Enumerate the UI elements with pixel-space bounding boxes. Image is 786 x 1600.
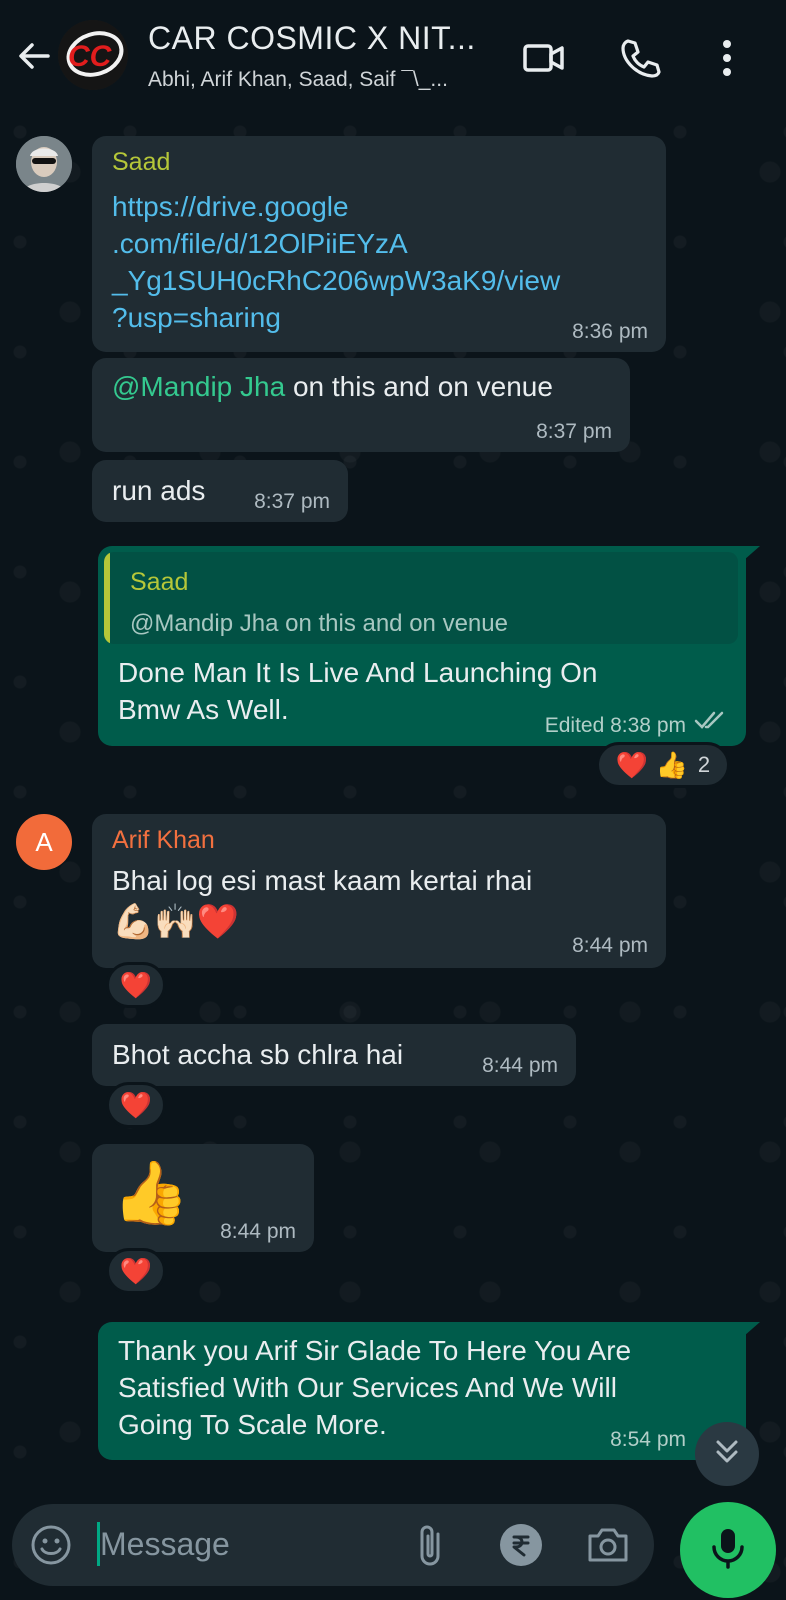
chat-participants[interactable]: Abhi, Arif Khan, Saad, Saif ¯\_... — [148, 68, 448, 92]
message-time: 8:37 pm — [536, 420, 612, 443]
reaction-badge[interactable]: ❤️ — [106, 1248, 166, 1294]
message-link[interactable]: https://drive.google .com/file/d/12OlPii… — [112, 188, 560, 336]
back-arrow-icon[interactable] — [14, 36, 54, 76]
message-bubble-incoming[interactable]: Arif Khan Bhai log esi mast kaam kertai … — [92, 814, 666, 968]
avatar-saad[interactable] — [16, 136, 72, 192]
avatar-logo-text: CC — [68, 40, 113, 73]
message-bubble-incoming[interactable]: run ads 8:37 pm — [92, 460, 348, 522]
message-emoji: 💪🏻🙌🏻❤️ — [112, 903, 240, 941]
message-bubble-outgoing[interactable]: Saad @Mandip Jha on this and on venue Do… — [98, 546, 746, 746]
sender-name[interactable]: Saad — [112, 148, 170, 177]
chat-title[interactable]: CAR COSMIC X NIT... — [148, 20, 476, 57]
message-time: 8:37 pm — [254, 490, 330, 513]
more-vert-icon[interactable] — [705, 36, 749, 80]
reaction-emoji: ❤️ — [119, 1089, 153, 1120]
camera-icon[interactable] — [586, 1524, 630, 1571]
message-text: Bhai log esi mast kaam kertai rhai — [112, 865, 533, 896]
message-bubble-incoming[interactable]: Saad https://drive.google .com/file/d/12… — [92, 136, 666, 352]
double-chevron-down-icon — [712, 1437, 742, 1472]
message-input[interactable]: Message — [100, 1526, 230, 1563]
message-text: Thank you Arif Sir Glade To Here You Are… — [118, 1335, 632, 1440]
group-avatar[interactable]: CC — [58, 20, 128, 90]
message-meta: Edited 8:38 pm — [545, 714, 686, 738]
reaction-badge[interactable]: ❤️ 👍 2 — [596, 742, 730, 788]
quote-sender: Saad — [130, 568, 189, 596]
message-time: 8:44 pm — [482, 1054, 558, 1077]
mention-link[interactable]: @Mandip Jha — [112, 371, 285, 402]
avatar-arif-khan[interactable]: A — [16, 814, 72, 870]
reaction-emoji: ❤️ 👍 — [615, 749, 688, 780]
reaction-badge[interactable]: ❤️ — [106, 1082, 166, 1128]
bubble-tail — [744, 546, 760, 560]
emoji-icon[interactable] — [30, 1524, 72, 1571]
message-bubble-incoming[interactable]: @Mandip Jha on this and on venue 8:37 pm — [92, 358, 630, 452]
reaction-emoji: ❤️ — [119, 969, 153, 1000]
message-emoji: 👍 — [112, 1159, 190, 1228]
message-time: 8:44 pm — [572, 934, 648, 957]
message-time: 8:54 pm — [610, 1428, 686, 1451]
message-text: run ads — [112, 475, 206, 506]
message-text: Done Man It Is Live And Launching On Bmw… — [118, 657, 598, 725]
message-bubble-incoming[interactable]: Bhot accha sb chlra hai 8:44 pm — [92, 1024, 576, 1086]
sender-name[interactable]: Arif Khan — [112, 826, 215, 855]
reaction-count: 2 — [697, 752, 711, 777]
phone-icon[interactable] — [618, 36, 662, 80]
message-time: 8:36 pm — [572, 320, 648, 343]
voice-record-button[interactable] — [680, 1502, 776, 1598]
message-text: @Mandip Jha on this and on venue — [112, 368, 553, 405]
rupee-icon[interactable] — [500, 1524, 542, 1566]
reaction-emoji: ❤️ — [119, 1255, 153, 1286]
message-body: on this and on venue — [285, 371, 553, 402]
message-bubble-outgoing[interactable]: Thank you Arif Sir Glade To Here You Are… — [98, 1322, 746, 1460]
quote-bar — [104, 552, 110, 644]
message-time: 8:38 pm — [610, 714, 686, 737]
video-call-icon[interactable] — [522, 36, 566, 80]
attach-icon[interactable] — [416, 1522, 446, 1573]
chat-header: CC CAR COSMIC X NIT... Abhi, Arif Khan, … — [0, 0, 786, 112]
edited-label: Edited — [544, 714, 605, 737]
quote-text: @Mandip Jha on this and on venue — [130, 610, 508, 637]
message-time: 8:44 pm — [220, 1220, 296, 1243]
reaction-badge[interactable]: ❤️ — [106, 962, 166, 1008]
message-text: Bhot accha sb chlra hai — [112, 1039, 404, 1070]
read-ticks-icon — [694, 709, 728, 736]
bubble-tail — [744, 1322, 760, 1336]
message-bubble-incoming[interactable]: 👍 8:44 pm — [92, 1144, 314, 1252]
mic-icon — [708, 1526, 748, 1575]
scroll-to-bottom-button[interactable] — [695, 1422, 759, 1486]
avatar-letter: A — [35, 826, 53, 857]
message-composer[interactable]: Message — [12, 1504, 654, 1586]
quoted-message[interactable]: Saad @Mandip Jha on this and on venue — [104, 552, 738, 644]
